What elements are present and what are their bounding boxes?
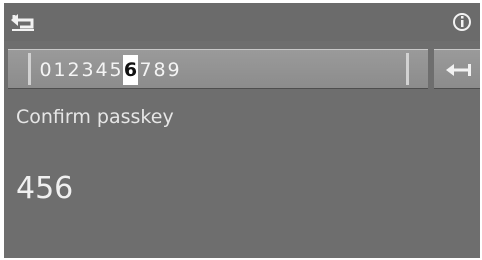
digit-7[interactable]: 7 [139,55,152,85]
digit-8[interactable]: 8 [153,55,166,85]
digit-picker-row: 0 1 2 3 4 5 6 7 8 9 [4,49,480,89]
passkey-screen: 0 1 2 3 4 5 6 7 8 9 Confirm passkey 456 [4,3,480,258]
digit-5[interactable]: 5 [109,55,122,85]
digit-4[interactable]: 4 [95,55,108,85]
back-button[interactable] [10,11,40,33]
delete-button[interactable] [434,49,480,89]
digit-picker[interactable]: 0 1 2 3 4 5 6 7 8 9 [8,49,428,89]
top-bar [4,3,480,41]
picker-rail-right [406,53,409,85]
digit-0[interactable]: 0 [39,55,52,85]
digit-1[interactable]: 1 [53,55,66,85]
digit-list: 0 1 2 3 4 5 6 7 8 9 [39,54,180,86]
back-return-icon [11,14,34,31]
digit-9[interactable]: 9 [167,55,180,85]
passkey-value: 456 [16,171,74,206]
backspace-arrow-icon [446,64,471,76]
picker-rail-left [28,53,31,85]
digit-3[interactable]: 3 [81,55,94,85]
info-button[interactable] [451,12,473,32]
digit-6-selected[interactable]: 6 [123,55,138,85]
digit-2[interactable]: 2 [67,55,80,85]
info-icon [453,13,471,31]
prompt-label: Confirm passkey [16,106,174,128]
